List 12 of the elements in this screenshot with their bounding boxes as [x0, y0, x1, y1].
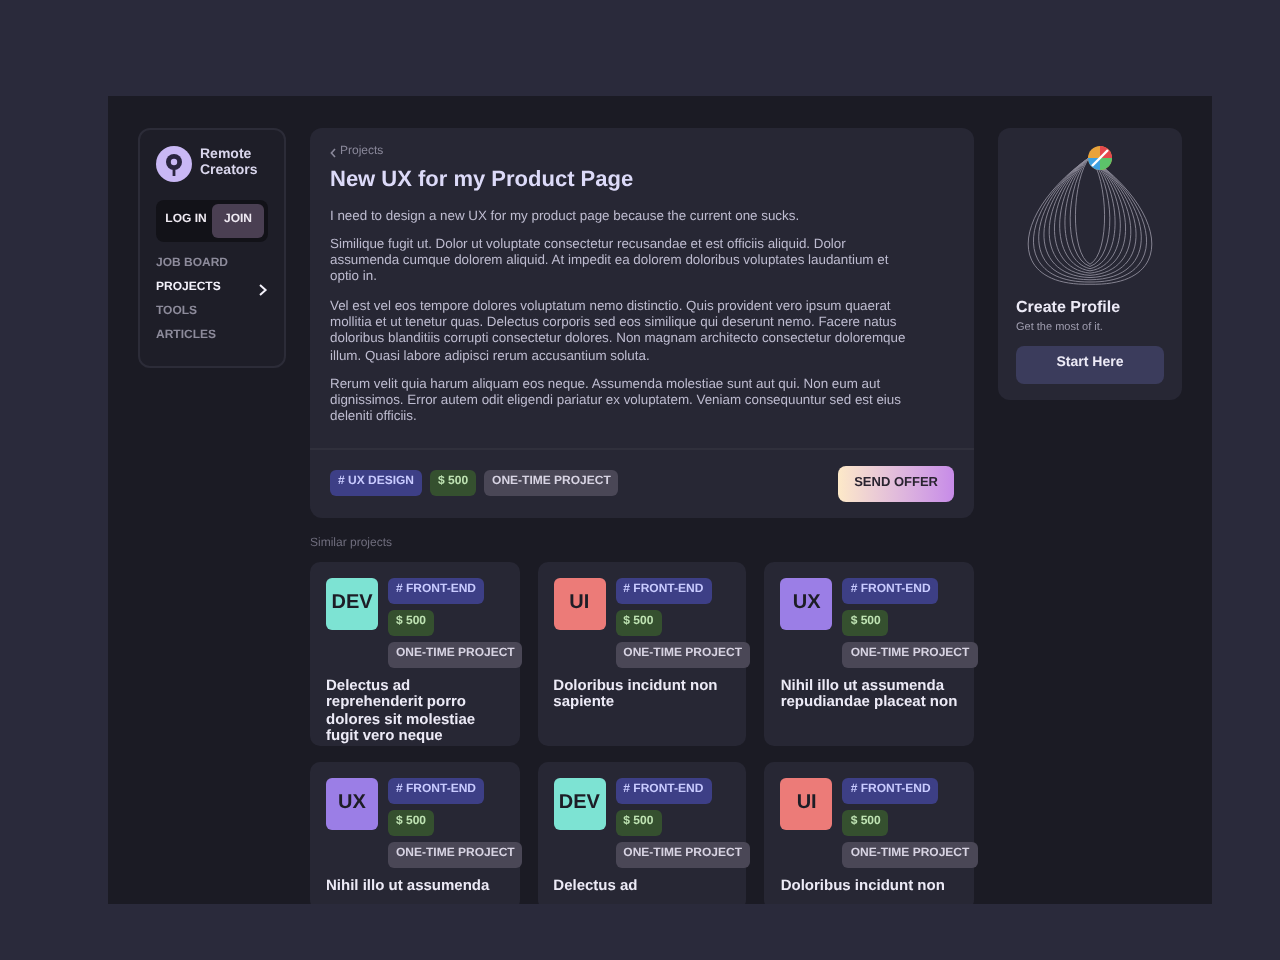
profile-title: Create Profile	[1016, 296, 1123, 320]
category-badge: UI	[553, 577, 606, 630]
category-badge: DEV	[553, 777, 606, 830]
logo-icon	[156, 146, 192, 182]
chevron-left-icon	[330, 148, 336, 158]
project-title: New UX for my Product Page	[330, 166, 636, 196]
chevron-right-icon	[258, 283, 268, 295]
category-badge: UI	[780, 777, 833, 830]
category-badge: UX	[780, 577, 833, 630]
category-badge: UX	[326, 777, 378, 830]
color-ball-icon	[1086, 144, 1114, 172]
category-badge: DEV	[326, 577, 378, 630]
